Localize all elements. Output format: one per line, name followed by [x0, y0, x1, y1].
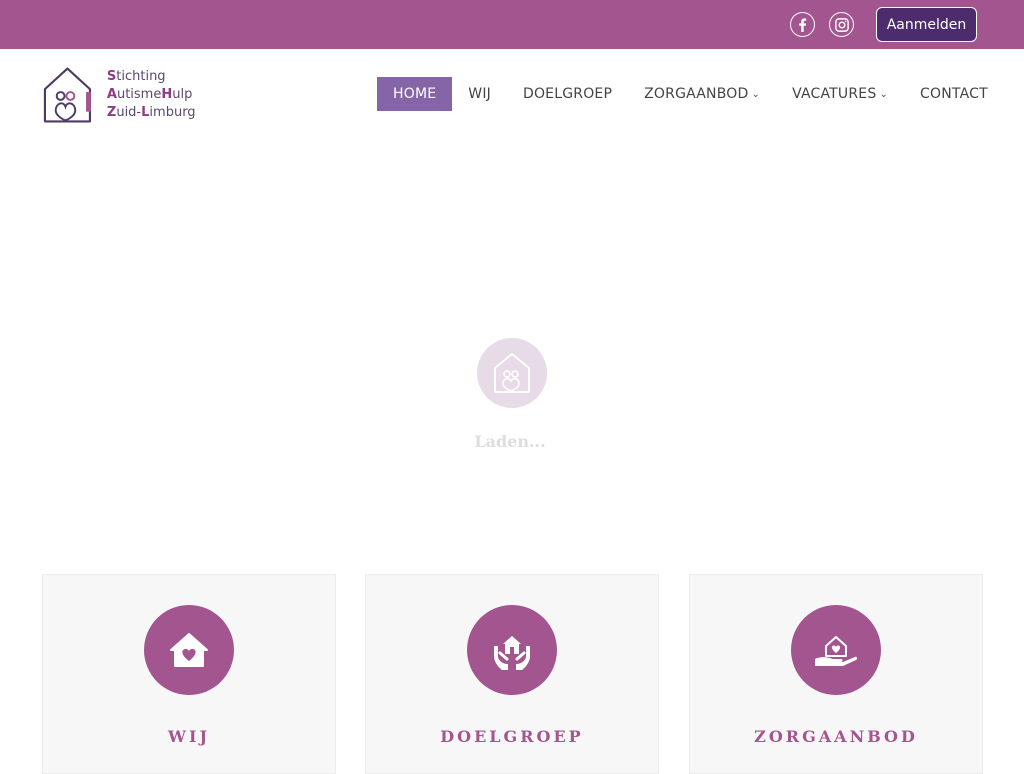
loading-spinner: [477, 338, 547, 408]
nav-item-zorgaanbod[interactable]: ZORGAANBOD ⌄: [644, 77, 760, 111]
card-icon-circle: [791, 605, 881, 695]
logo-house-icon: [494, 353, 530, 393]
logo-cap: S: [106, 69, 117, 84]
logo-cap: H: [161, 87, 173, 102]
nav-item-doelgroep[interactable]: DOELGROEP: [523, 77, 612, 111]
logo-line-2: Zuid-Limburg: [107, 104, 252, 122]
loading-text: Laden...: [474, 432, 546, 451]
logo-house-icon: [43, 67, 92, 123]
logo[interactable]: Stichting AutismeHulp Zuid-Limburg: [42, 65, 252, 125]
login-button[interactable]: Aanmelden: [876, 7, 977, 42]
house-heart-icon: [170, 633, 208, 667]
card-doelgroep[interactable]: DOELGROEP: [365, 574, 659, 774]
nav-label: DOELGROEP: [522, 86, 613, 102]
card-icon-circle: [144, 605, 234, 695]
hands-house-icon: [494, 636, 530, 670]
logo-word: utisme: [116, 87, 162, 102]
main-nav: HOME WIJ DOELGROEP ZORGAANBOD ⌄ VACATURES…: [377, 77, 988, 111]
card-zorgaanbod[interactable]: ZORGAANBOD: [689, 574, 983, 774]
nav-label: ZORGAANBOD: [644, 86, 749, 102]
logo-text: Stichting AutismeHulp Zuid-Limburg: [107, 68, 252, 122]
top-bar: Aanmelden: [0, 0, 1024, 49]
card-icon-circle: [467, 605, 557, 695]
header: Stichting AutismeHulp Zuid-Limburg HOME …: [0, 49, 1024, 139]
chevron-down-icon: ⌄: [751, 88, 761, 100]
logo-line-1: Stichting AutismeHulp: [107, 68, 252, 104]
logo-word: ulp: [172, 87, 193, 102]
card-wij[interactable]: WIJ: [42, 574, 336, 774]
nav-item-contact[interactable]: CONTACT: [920, 77, 988, 111]
nav-item-home[interactable]: HOME: [377, 77, 453, 111]
card-title: ZORGAANBOD: [754, 727, 918, 746]
logo-cap: A: [106, 87, 117, 102]
nav-item-wij[interactable]: WIJ: [468, 77, 491, 111]
nav-item-vacatures[interactable]: VACATURES ⌄: [792, 77, 888, 111]
logo-word: imburg: [149, 105, 196, 120]
instagram-icon[interactable]: [829, 12, 854, 37]
card-title: WIJ: [167, 727, 211, 746]
hand-care-icon: [815, 636, 858, 666]
chevron-down-icon: ⌄: [879, 88, 889, 100]
facebook-icon[interactable]: [790, 12, 815, 37]
logo-word: tichting: [116, 69, 166, 84]
nav-label: HOME: [393, 86, 437, 102]
nav-label: CONTACT: [920, 86, 988, 102]
logo-word: uid-: [116, 105, 142, 120]
card-title: DOELGROEP: [440, 727, 584, 746]
nav-label: VACATURES: [792, 86, 877, 102]
logo-cap: Z: [106, 105, 117, 120]
nav-label: WIJ: [468, 86, 491, 102]
